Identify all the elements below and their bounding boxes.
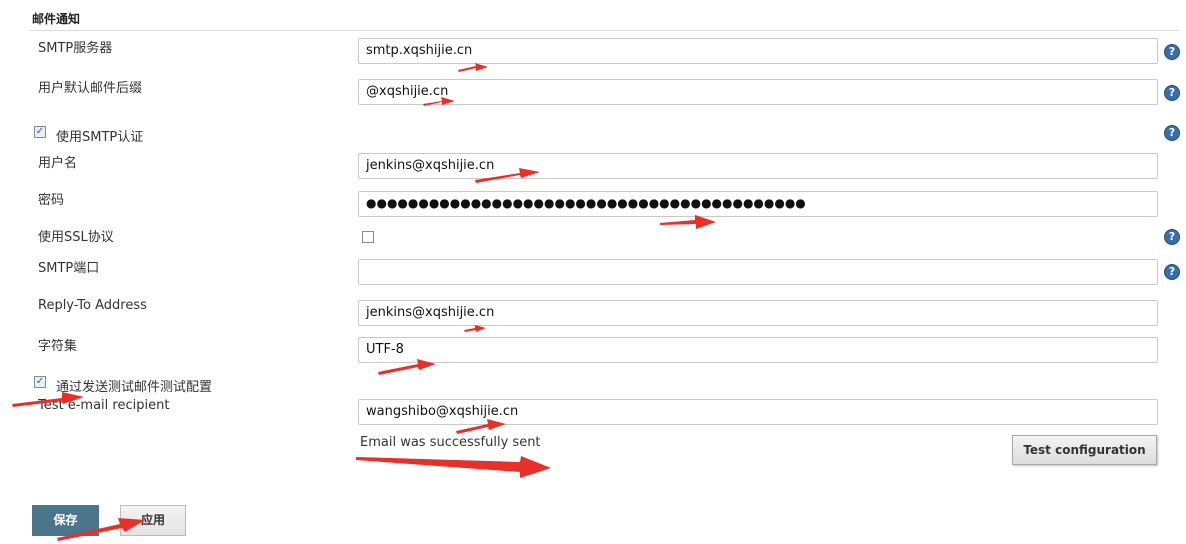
use-ssl-label: 使用SSL协议 — [38, 230, 114, 245]
charset-input[interactable]: UTF-8 — [358, 337, 1158, 363]
send-test-checkbox[interactable]: ✓ — [34, 376, 46, 388]
smtp-auth-checkbox[interactable]: ✓ — [34, 126, 46, 138]
use-ssl-help-icon[interactable]: ? — [1164, 229, 1180, 245]
annotation-arrow-icon — [458, 63, 488, 72]
send-test-label: 通过发送测试邮件测试配置 — [56, 380, 213, 395]
section-divider — [30, 30, 1180, 31]
smtp-server-help-icon[interactable]: ? — [1164, 44, 1180, 60]
password-input[interactable]: ●●●●●●●●●●●●●●●●●●●●●●●●●●●●●●●●●●●●●●●●… — [358, 191, 1158, 217]
reply-to-input[interactable]: jenkins@xqshijie.cn — [358, 300, 1158, 326]
save-button[interactable]: 保存 — [32, 505, 99, 536]
smtp-auth-help-icon[interactable]: ? — [1164, 125, 1180, 141]
username-input[interactable]: jenkins@xqshijie.cn — [358, 153, 1158, 179]
default-suffix-help-icon[interactable]: ? — [1164, 85, 1180, 101]
annotation-arrow-icon — [356, 456, 551, 478]
smtp-port-label: SMTP端口 — [38, 261, 100, 276]
default-suffix-label: 用户默认邮件后缀 — [38, 81, 143, 96]
smtp-server-label: SMTP服务器 — [38, 41, 113, 56]
test-status-message: Email was successfully sent — [360, 435, 541, 450]
use-ssl-checkbox[interactable] — [362, 231, 374, 243]
test-recipient-label: Test e-mail recipient — [38, 398, 170, 413]
apply-button[interactable]: 应用 — [120, 505, 186, 536]
test-configuration-button[interactable]: Test configuration — [1012, 435, 1157, 465]
charset-label: 字符集 — [38, 339, 78, 354]
smtp-port-help-icon[interactable]: ? — [1164, 264, 1180, 280]
test-recipient-input[interactable]: wangshibo@xqshijie.cn — [358, 399, 1158, 425]
annotation-arrow-icon — [660, 215, 716, 229]
default-suffix-input[interactable]: @xqshijie.cn — [358, 79, 1158, 105]
username-label: 用户名 — [38, 156, 78, 171]
smtp-server-input[interactable]: smtp.xqshijie.cn — [358, 38, 1158, 64]
password-label: 密码 — [38, 193, 65, 208]
smtp-auth-label: 使用SMTP认证 — [56, 130, 144, 145]
reply-to-label: Reply-To Address — [38, 298, 147, 313]
annotation-arrow-icon — [464, 325, 486, 332]
section-title: 邮件通知 — [32, 12, 81, 26]
smtp-port-input[interactable] — [358, 259, 1158, 285]
